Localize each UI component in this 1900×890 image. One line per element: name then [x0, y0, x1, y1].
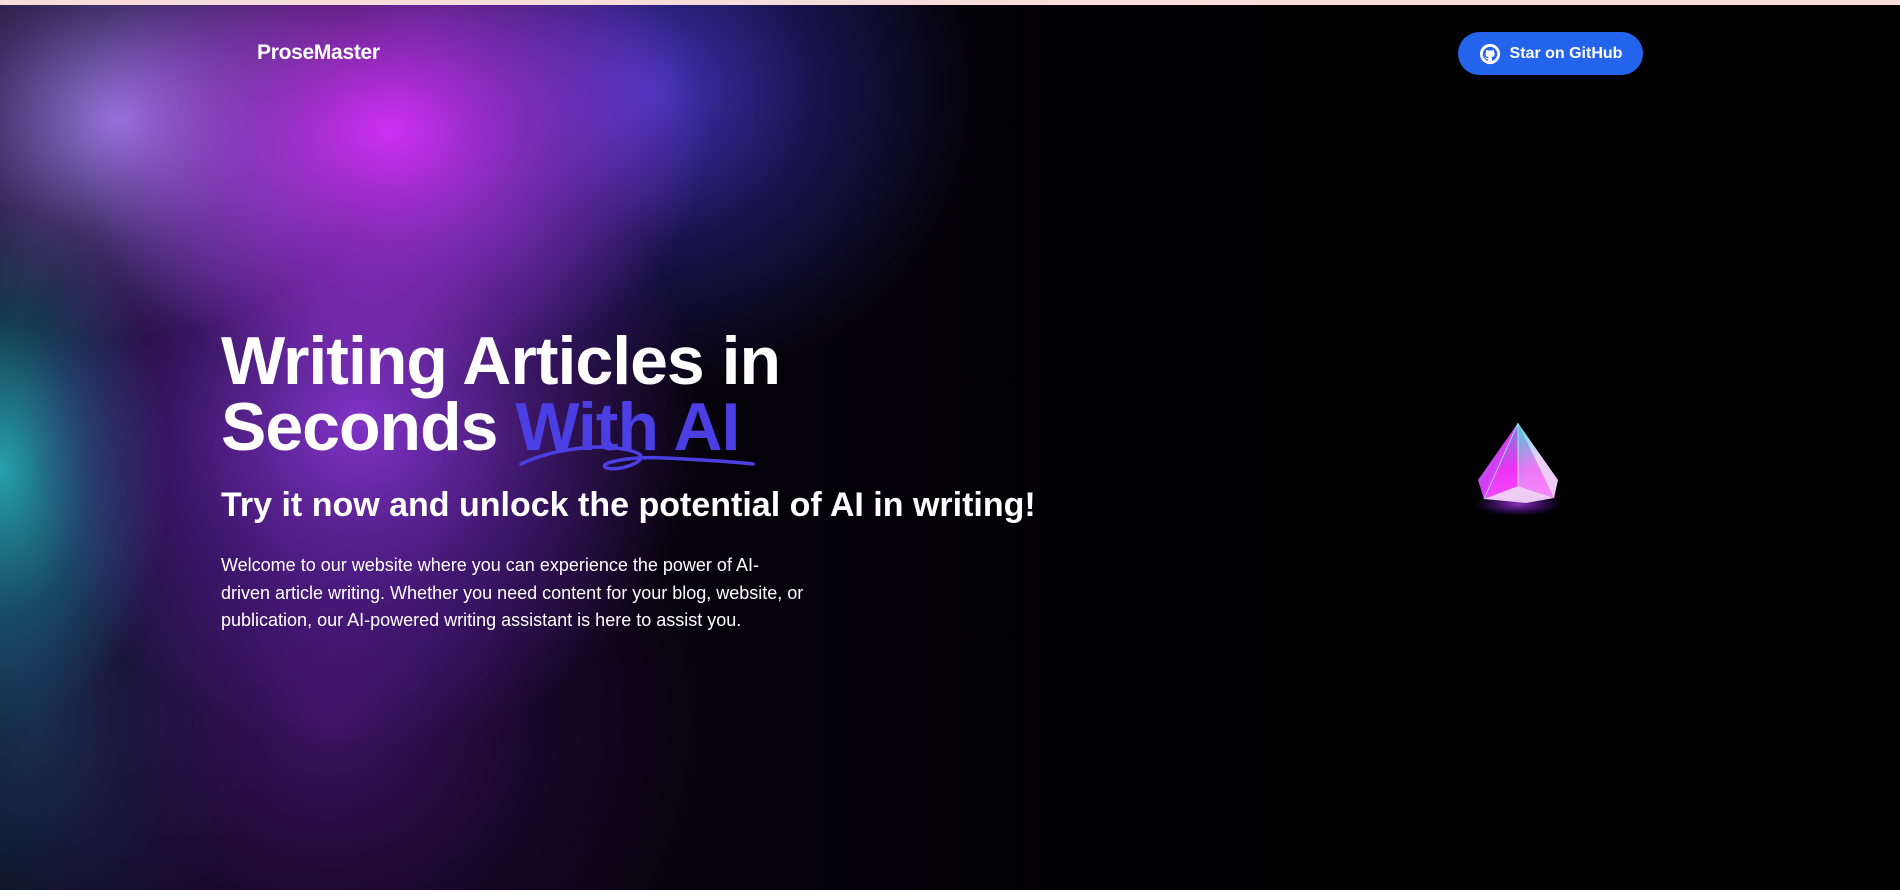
- top-strip: [0, 0, 1900, 5]
- hero-title-plain: Seconds: [221, 389, 516, 465]
- hero-section: Writing Articles in Seconds With AI Try …: [221, 323, 1036, 635]
- star-on-github-button[interactable]: Star on GitHub: [1458, 32, 1643, 75]
- landing-page: ProseMaster Star on GitHub Writing Artic…: [0, 0, 1900, 890]
- hero-tagline: Try it now and unlock the potential of A…: [221, 486, 1036, 524]
- crystal-pyramid-icon: [1474, 422, 1562, 516]
- hero-title-accent-wrapper: With AI: [515, 393, 756, 471]
- scribble-underline-icon: [519, 445, 756, 471]
- hero-title-line2: Seconds With AI: [221, 393, 1036, 471]
- brand-logo-link[interactable]: ProseMaster: [257, 41, 380, 65]
- github-icon: [1479, 43, 1501, 65]
- hero-title: Writing Articles in Seconds With AI: [221, 323, 1036, 471]
- hero-description: Welcome to our website where you can exp…: [221, 555, 804, 630]
- top-navbar: ProseMaster Star on GitHub: [0, 0, 1900, 100]
- hero-title-line1: Writing Articles in: [221, 323, 781, 399]
- github-button-label: Star on GitHub: [1509, 44, 1623, 62]
